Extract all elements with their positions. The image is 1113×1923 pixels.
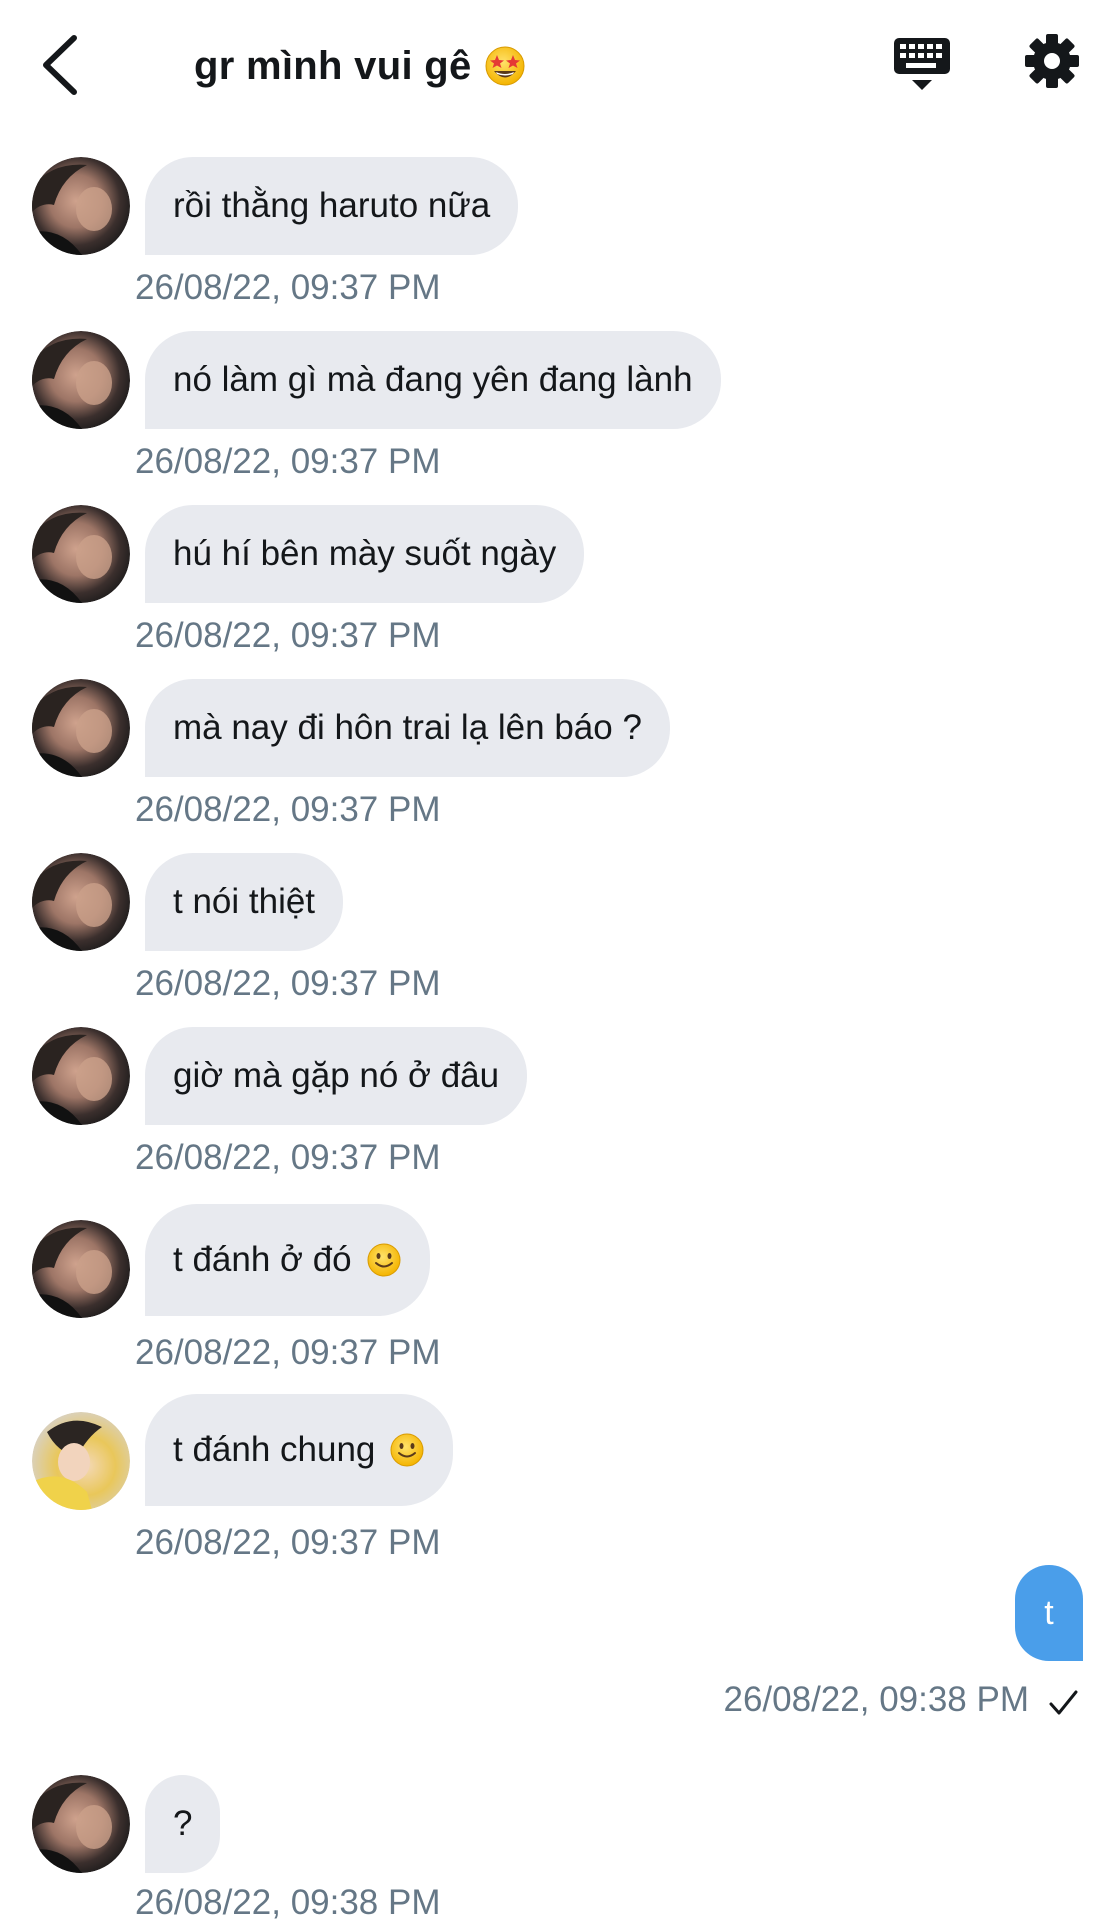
avatar-dark-hair-image <box>32 853 130 951</box>
avatar-dark-hair-image <box>32 679 130 777</box>
message-bubble[interactable]: giờ mà gặp nó ở đâu <box>145 1027 528 1125</box>
message-timestamp: 26/08/22, 09:37 PM <box>135 268 441 307</box>
message-timestamp: 26/08/22, 09:37 PM <box>135 442 441 481</box>
avatar-dark-hair-image <box>32 1220 130 1318</box>
message-timestamp: 26/08/22, 09:37 PM <box>135 1333 441 1372</box>
avatar-dark-hair-image <box>32 331 130 429</box>
message-text: t nói thiệt <box>173 882 316 921</box>
avatar-dark-hair-image <box>32 1027 130 1125</box>
sent-check-icon <box>1049 1690 1078 1715</box>
outgoing-timestamp: 26/08/22, 09:38 PM <box>723 1680 1030 1719</box>
settings-button[interactable] <box>1023 32 1081 90</box>
message-timestamp: 26/08/22, 09:38 PM <box>135 1883 441 1922</box>
message-text: giờ mà gặp nó ở đâu <box>173 1056 500 1095</box>
message-timestamp: 26/08/22, 09:37 PM <box>135 1138 441 1177</box>
chat-title: gr mình vui gê <box>194 43 472 88</box>
avatar-dark-hair-image <box>32 157 130 255</box>
avatar[interactable] <box>32 1220 130 1318</box>
message-text: hú hí bên mày suốt ngày <box>173 534 557 573</box>
gear-icon <box>1025 34 1079 88</box>
message-bubble[interactable]: mà nay đi hôn trai lạ lên báo ? <box>145 679 670 777</box>
slightly-smiling-face-icon <box>390 1433 424 1467</box>
chat-header: gr mình vui gê <box>0 0 1113 130</box>
slightly-smiling-face-icon <box>367 1243 401 1277</box>
avatar[interactable] <box>32 1775 130 1873</box>
avatar[interactable] <box>32 157 130 255</box>
avatar-dark-hair-image <box>32 505 130 603</box>
message-bubble[interactable]: nó làm gì mà đang yên đang lành <box>145 331 721 429</box>
avatar[interactable] <box>32 505 130 603</box>
message-text: t đánh chung <box>173 1430 376 1469</box>
back-arrow-icon <box>43 35 77 95</box>
message-text: t đánh ở đó <box>173 1240 352 1279</box>
avatar-yellow-hood-image <box>32 1412 130 1510</box>
outgoing-message-text: t <box>1044 1593 1054 1632</box>
back-button[interactable] <box>36 30 86 100</box>
message-timestamp: 26/08/22, 09:37 PM <box>135 790 441 829</box>
avatar[interactable] <box>32 1027 130 1125</box>
message-bubble[interactable]: rồi thằng haruto nữa <box>145 157 519 255</box>
message-bubble[interactable]: t nói thiệt <box>145 853 344 951</box>
avatar[interactable] <box>32 853 130 951</box>
message-text: mà nay đi hôn trai lạ lên báo ? <box>173 708 642 747</box>
avatar[interactable] <box>32 679 130 777</box>
message-text: ? <box>173 1804 193 1843</box>
message-text: rồi thằng haruto nữa <box>173 186 491 225</box>
avatar-dark-hair-image <box>32 1775 130 1873</box>
avatar[interactable] <box>32 1412 130 1510</box>
message-bubble[interactable]: t đánh ở đó <box>145 1204 430 1316</box>
message-timestamp: 26/08/22, 09:37 PM <box>135 1523 441 1562</box>
star-struck-emoji-icon <box>485 46 525 86</box>
message-text: nó làm gì mà đang yên đang lành <box>173 360 693 399</box>
message-bubble[interactable]: t đánh chung <box>145 1394 454 1506</box>
message-timestamp: 26/08/22, 09:37 PM <box>135 616 441 655</box>
keyboard-button[interactable] <box>892 34 952 94</box>
chat-title-wrap[interactable]: gr mình vui gê <box>194 38 526 94</box>
message-timestamp: 26/08/22, 09:37 PM <box>135 964 441 1003</box>
message-bubble[interactable]: ? <box>145 1775 221 1873</box>
avatar[interactable] <box>32 331 130 429</box>
keyboard-icon <box>894 38 950 90</box>
message-bubble[interactable]: hú hí bên mày suốt ngày <box>145 505 585 603</box>
outgoing-message-bubble[interactable]: t <box>1015 1565 1083 1661</box>
